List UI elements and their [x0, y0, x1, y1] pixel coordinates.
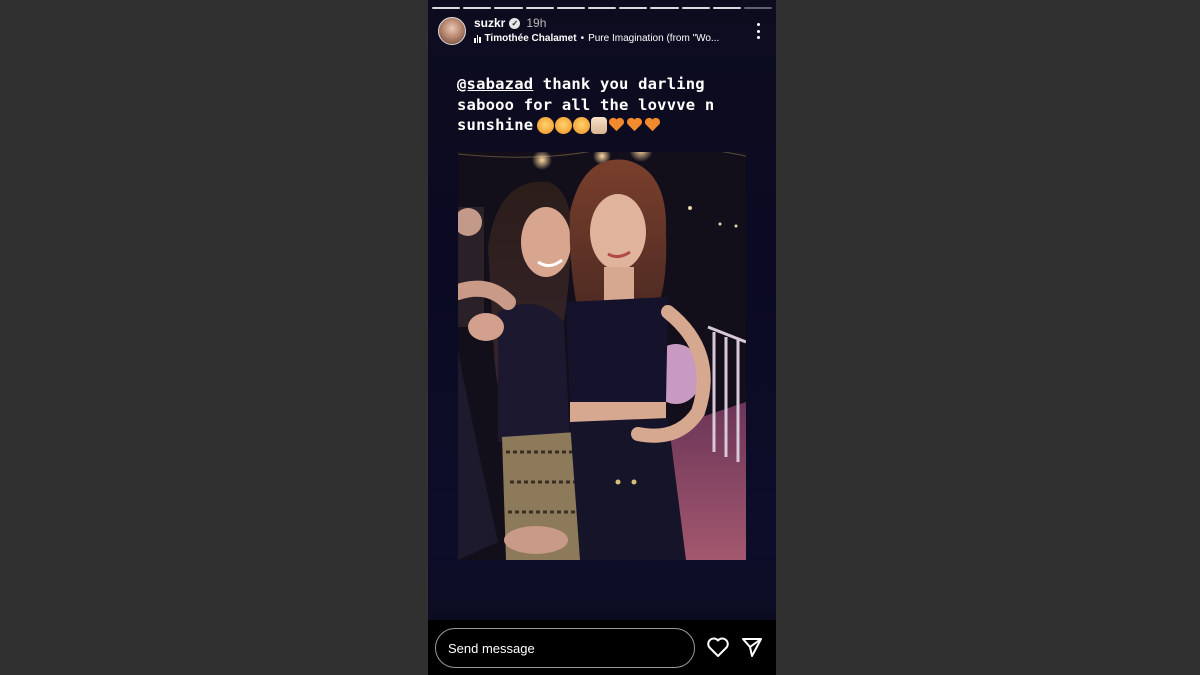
- story-reply-bar: [428, 620, 776, 675]
- story-header: suzkr ✓ 19h Timothée Chalamet • Pure Ima…: [436, 16, 768, 48]
- orange-heart-icon: [627, 117, 643, 132]
- caption-line1-rest: thank you darling: [533, 75, 705, 93]
- photo-illustration: [458, 152, 746, 560]
- username[interactable]: suzkr: [474, 16, 505, 30]
- orange-heart-icon: [609, 117, 625, 132]
- music-track: Pure Imagination (from "Wo...: [588, 33, 720, 44]
- time-ago: 19h: [526, 16, 547, 30]
- story-progress-segment: [556, 7, 585, 9]
- send-paper-plane-icon[interactable]: [741, 636, 763, 658]
- smiling-face-with-hearts-icon: [555, 117, 573, 134]
- emoji-row: [537, 117, 661, 134]
- story-progress-segment: [743, 7, 773, 9]
- instagram-story[interactable]: suzkr ✓ 19h Timothée Chalamet • Pure Ima…: [428, 0, 776, 675]
- story-progress-segment: [463, 7, 492, 9]
- story-progress-segment: [587, 7, 617, 9]
- page: suzkr ✓ 19h Timothée Chalamet • Pure Ima…: [0, 0, 1200, 675]
- story-progress-bar: [432, 7, 773, 9]
- raising-hands-icon: [591, 117, 608, 134]
- more-vertical-icon[interactable]: [752, 22, 764, 40]
- story-progress-segment: [525, 7, 554, 9]
- smiling-face-with-hearts-icon: [573, 117, 591, 134]
- story-progress-segment: [681, 7, 710, 9]
- verified-badge-icon: ✓: [509, 17, 521, 29]
- caption-mention[interactable]: @sabazad: [457, 75, 533, 93]
- avatar[interactable]: [438, 17, 466, 45]
- story-progress-segment: [650, 7, 679, 9]
- music-bars-icon: [474, 34, 481, 43]
- send-message-input[interactable]: [435, 628, 695, 668]
- music-separator: •: [580, 33, 585, 44]
- story-progress-segment: [619, 7, 648, 9]
- music-attribution[interactable]: Timothée Chalamet • Pure Imagination (fr…: [474, 33, 734, 44]
- story-progress-segment: [712, 7, 741, 9]
- caption-line2: sabooo for all the lovvve n: [457, 95, 715, 114]
- story-progress-segment: [494, 7, 523, 9]
- user-line: suzkr ✓ 19h: [474, 16, 546, 30]
- smiling-face-with-hearts-icon: [537, 117, 555, 134]
- caption-line3: sunshine: [457, 116, 534, 134]
- orange-heart-icon: [645, 117, 661, 132]
- heart-outline-icon[interactable]: [706, 636, 730, 658]
- story-photo: [458, 152, 746, 560]
- story-progress-segment: [432, 7, 461, 9]
- music-artist: Timothée Chalamet: [484, 33, 577, 44]
- story-caption: @sabazad thank you darling sabooo for al…: [457, 74, 757, 136]
